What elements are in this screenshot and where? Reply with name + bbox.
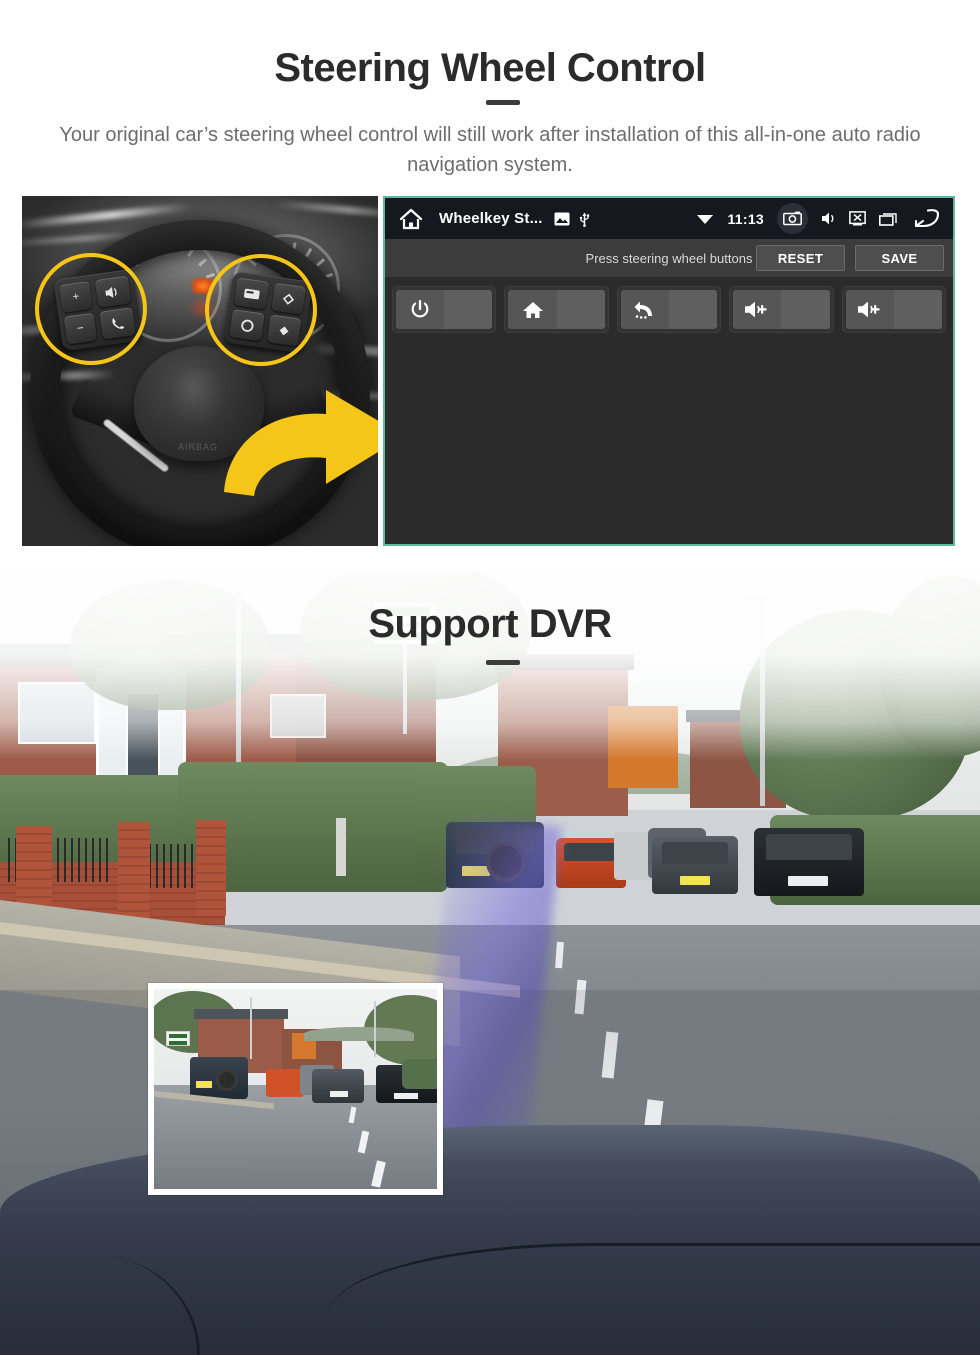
usb-icon bbox=[579, 211, 590, 227]
camera-icon[interactable] bbox=[777, 203, 808, 234]
key-value[interactable] bbox=[893, 290, 943, 329]
inset-car bbox=[266, 1069, 304, 1097]
wifi-icon bbox=[696, 212, 714, 225]
inset-plate bbox=[330, 1091, 348, 1097]
title-divider bbox=[486, 100, 520, 105]
car bbox=[754, 828, 864, 896]
inset-lamp bbox=[374, 1001, 376, 1057]
airbag-label: AIRBAG bbox=[177, 442, 218, 452]
steering-wheel-control-section: Steering Wheel Control Your original car… bbox=[0, 0, 980, 570]
key-value[interactable] bbox=[781, 290, 830, 329]
section-subtitle: Your original car’s steering wheel contr… bbox=[59, 124, 921, 176]
key-power[interactable] bbox=[392, 286, 497, 333]
home-icon bbox=[508, 290, 557, 329]
image-icon bbox=[554, 212, 570, 226]
recent-apps-icon[interactable] bbox=[879, 212, 898, 226]
inset-hill bbox=[304, 1027, 414, 1041]
inset-hedge bbox=[402, 1059, 437, 1089]
page-title: Steering Wheel Control bbox=[274, 46, 706, 90]
inset-plate bbox=[196, 1081, 212, 1088]
wall-pillar bbox=[196, 820, 226, 916]
support-dvr-section: Support DVR bbox=[0, 570, 980, 1355]
home-icon[interactable] bbox=[399, 208, 423, 230]
key-value[interactable] bbox=[444, 290, 493, 329]
dvr-screenshot-inset bbox=[148, 983, 443, 1195]
save-button[interactable]: SAVE bbox=[855, 245, 944, 271]
inset-car bbox=[312, 1069, 364, 1103]
clock: 11:13 bbox=[727, 210, 764, 227]
volume-up-icon bbox=[845, 290, 894, 329]
yellow-arrow-icon bbox=[224, 390, 378, 496]
back-icon bbox=[620, 290, 670, 329]
inset-spare-wheel bbox=[216, 1069, 238, 1091]
inset-lamp bbox=[250, 997, 252, 1059]
key-value[interactable] bbox=[669, 290, 718, 329]
gate-post bbox=[336, 818, 346, 876]
inset-plate bbox=[394, 1093, 418, 1099]
dvr-page-title: Support DVR bbox=[368, 602, 612, 646]
key-back[interactable] bbox=[616, 286, 722, 333]
android-status-bar: Wheelkey St... 11:13 bbox=[385, 198, 953, 239]
head-unit-toolbar: Press steering wheel buttons RESET SAVE bbox=[385, 239, 953, 277]
reset-button[interactable]: RESET bbox=[756, 245, 845, 271]
power-icon bbox=[396, 290, 445, 329]
screen-off-icon[interactable] bbox=[849, 211, 866, 226]
back-arrow-icon[interactable] bbox=[911, 208, 941, 230]
volume-up-icon bbox=[733, 290, 782, 329]
key-value[interactable] bbox=[556, 290, 605, 329]
speaker-mute-icon[interactable] bbox=[821, 211, 836, 226]
highlight-circle-right bbox=[205, 254, 317, 366]
head-unit-screen[interactable]: Wheelkey St... 11:13 Press steering whee… bbox=[383, 196, 955, 546]
dvr-title-divider bbox=[486, 660, 520, 665]
key-home[interactable] bbox=[504, 286, 609, 333]
inset-sign bbox=[166, 1031, 190, 1046]
app-title: Wheelkey St... bbox=[439, 210, 543, 227]
inset-roof bbox=[194, 1009, 288, 1019]
key-volume-up-2[interactable] bbox=[841, 286, 947, 333]
key-mapping-list bbox=[385, 277, 953, 544]
highlight-circle-left bbox=[35, 253, 147, 365]
car bbox=[652, 836, 738, 894]
key-volume-up-1[interactable] bbox=[729, 286, 834, 333]
steering-wheel-photo: AIRBAG + − bbox=[22, 196, 378, 546]
